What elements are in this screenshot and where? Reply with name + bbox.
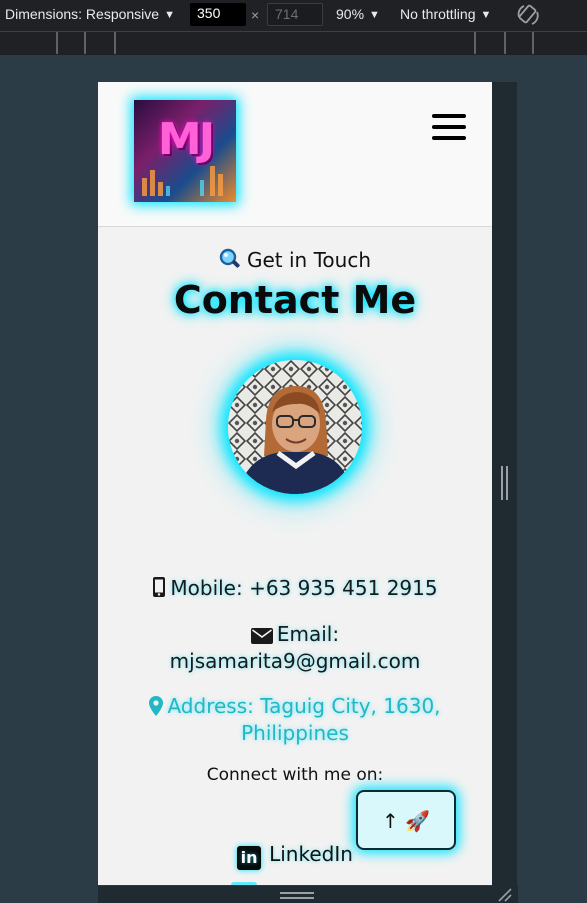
address-line-1: Address: Taguig City, 1630,: [167, 694, 441, 718]
media-query-ruler: [0, 31, 587, 55]
throttling-label: No throttling: [400, 6, 476, 22]
devtools-toolbar: Dimensions: Responsive ▼ 350 × 714 90% ▼ N…: [0, 0, 587, 31]
phone-icon: [153, 577, 166, 597]
hamburger-icon[interactable]: [432, 114, 466, 142]
social-icon-partial: [231, 882, 257, 885]
linkedin-label: LinkedIn: [269, 842, 353, 866]
scroll-to-top-button[interactable]: ↑ 🚀: [356, 790, 456, 850]
email-link[interactable]: mjsamarita9@gmail.com: [170, 649, 421, 673]
intro-text: Get in Touch: [247, 248, 371, 272]
profile-photo-graphic: [228, 360, 362, 494]
connect-heading: Connect with me on:: [206, 765, 384, 785]
email-info: Email: mjsamarita9@gmail.com: [98, 621, 492, 675]
ruler-tick[interactable]: [474, 32, 476, 54]
dimensions-label: Dimensions: Responsive: [5, 6, 160, 22]
resize-handle-right[interactable]: [501, 466, 509, 500]
resize-corner-icon[interactable]: [497, 888, 513, 902]
resize-handle-bottom[interactable]: [280, 892, 314, 900]
logo-monogram: MJ: [157, 114, 215, 165]
magnifier-emoji-icon: [219, 248, 240, 268]
chevron-down-icon: ▼: [369, 9, 380, 21]
mobile-info: Mobile: +63 935 451 2915: [98, 575, 492, 602]
device-viewport: MJ Get in Touch Contact Me Mobile: +63 9…: [98, 82, 492, 885]
rotate-icon[interactable]: [515, 3, 541, 27]
email-label: Email:: [276, 622, 340, 646]
contact-intro: Get in Touch: [98, 248, 492, 272]
mobile-text[interactable]: Mobile: +63 935 451 2915: [170, 576, 437, 600]
ruler-tick[interactable]: [504, 32, 506, 54]
times-separator: ×: [251, 7, 260, 23]
chevron-down-icon: ▼: [480, 9, 492, 21]
width-input[interactable]: 350: [190, 3, 246, 26]
chevron-down-icon: ▼: [164, 9, 175, 21]
zoom-label: 90%: [336, 6, 365, 22]
address-info[interactable]: Address: Taguig City, 1630, Philippines: [98, 693, 492, 747]
ruler-tick[interactable]: [114, 32, 116, 54]
ruler-tick[interactable]: [532, 32, 534, 54]
ruler-tick[interactable]: [56, 32, 58, 54]
map-pin-icon: [149, 696, 164, 716]
throttling-dropdown[interactable]: No throttling ▼: [400, 6, 491, 22]
height-input[interactable]: 714: [267, 3, 323, 26]
page-title: Contact Me: [173, 278, 417, 322]
site-logo[interactable]: MJ: [134, 100, 236, 202]
linkedin-icon: in: [237, 846, 262, 870]
ruler-tick[interactable]: [84, 32, 86, 54]
dimensions-dropdown[interactable]: Dimensions: Responsive ▼: [5, 6, 175, 22]
profile-photo: [228, 360, 362, 494]
envelope-icon: [250, 628, 273, 644]
address-line-2: Philippines: [241, 721, 349, 745]
site-header: MJ: [98, 82, 492, 227]
zoom-dropdown[interactable]: 90% ▼: [336, 6, 380, 22]
